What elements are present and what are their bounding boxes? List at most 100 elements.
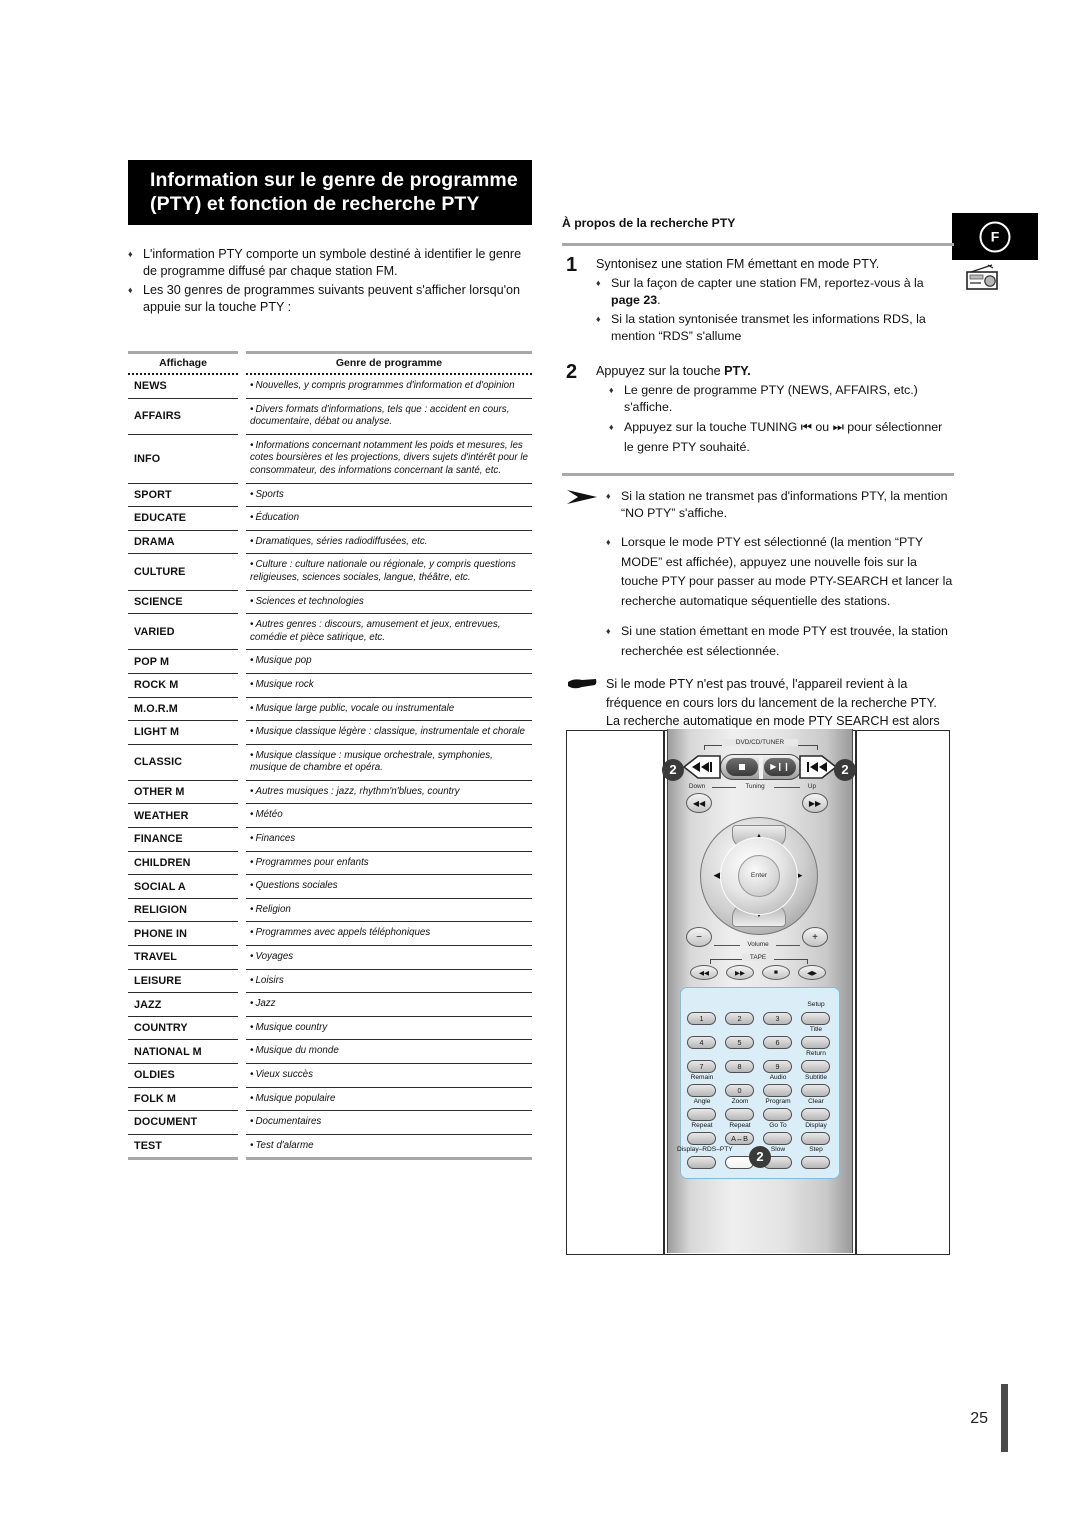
- key-remain[interactable]: [687, 1084, 716, 1097]
- genre-text: Musique rock: [255, 678, 314, 690]
- key-0[interactable]: 0: [725, 1084, 754, 1097]
- cell-gap: [238, 374, 246, 398]
- divider-middle: [562, 473, 954, 476]
- cell-gap: [238, 530, 246, 554]
- label-repeat: Repeat: [691, 1122, 713, 1129]
- key-5[interactable]: 5: [725, 1036, 754, 1049]
- table-row: POP M • Musique pop: [128, 649, 532, 674]
- key-zoom[interactable]: [725, 1108, 754, 1121]
- key-goto[interactable]: [763, 1132, 792, 1145]
- tape-rewind-icon: ◀◀: [699, 969, 709, 977]
- genre-bullet-icon: •: [250, 512, 254, 524]
- cell-display: LEISURE: [128, 969, 238, 994]
- note-3: Si une station émettant en mode PTY est …: [606, 622, 954, 661]
- column-header-affichage: Affichage: [128, 351, 238, 375]
- key-6[interactable]: 6: [763, 1036, 792, 1049]
- key-setup[interactable]: [801, 1012, 830, 1025]
- key-1[interactable]: 1: [687, 1012, 716, 1025]
- key-8[interactable]: 8: [725, 1060, 754, 1073]
- tape-play-button[interactable]: ◀▶: [798, 965, 826, 980]
- tuning-down-button[interactable]: ◀◀: [686, 793, 712, 813]
- enter-button[interactable]: Enter: [738, 855, 780, 897]
- cell-display: VARIED: [128, 613, 238, 651]
- cell-gap: [238, 875, 246, 899]
- remote-control-figure: DVD/CD/TUNER ▶❙❙ 2 2 Down Tuning Up ◀◀ ▶…: [566, 729, 950, 1255]
- cell-gap: [238, 650, 246, 674]
- key-title[interactable]: [801, 1036, 830, 1049]
- page-number: 25: [970, 1410, 988, 1427]
- genre-text: Éducation: [255, 512, 300, 524]
- genre-bullet-icon: •: [250, 1069, 254, 1080]
- label-remain: Remain: [690, 1074, 714, 1081]
- genre-bullet-icon: •: [250, 655, 254, 667]
- key-display-rds[interactable]: [687, 1156, 716, 1169]
- cell-display: WEATHER: [128, 803, 238, 829]
- key-program[interactable]: [763, 1108, 792, 1121]
- genre-bullet-icon: •: [250, 535, 254, 547]
- key-step[interactable]: [801, 1156, 830, 1169]
- key-return[interactable]: [801, 1060, 830, 1073]
- genre-text: Programmes avec appels téléphoniques: [255, 927, 431, 939]
- cell-genre: • Musique large public, vocale ou instrum…: [246, 697, 532, 722]
- key-9[interactable]: 9: [763, 1060, 792, 1073]
- volume-down-button[interactable]: −: [686, 927, 712, 947]
- cell-genre: • Religion: [246, 898, 532, 923]
- column-gap: [238, 353, 246, 375]
- cell-display: COUNTRY: [128, 1016, 238, 1041]
- note-1: Si la station ne transmet pas d'informat…: [606, 488, 954, 522]
- stop-button[interactable]: [726, 758, 758, 776]
- genre-text: Test d'alarme: [255, 1139, 314, 1151]
- note-group-1: Si la station ne transmet pas d'informat…: [562, 488, 954, 522]
- key-3[interactable]: 3: [763, 1012, 792, 1025]
- key-repeat-ab[interactable]: A↔B: [725, 1132, 754, 1145]
- tuning-up-button[interactable]: ▶▶: [802, 793, 828, 813]
- cell-gap: [238, 398, 246, 434]
- cell-genre: • Sciences et technologies: [246, 590, 532, 615]
- cell-display: NATIONAL M: [128, 1039, 238, 1064]
- skip-forward-button[interactable]: [798, 753, 838, 781]
- pty-search-section: À propos de la recherche PTY 1 Syntonise…: [562, 216, 954, 749]
- cell-genre: • Informations concernant notamment les p…: [246, 434, 532, 484]
- table-row: CULTURE • Culture : culture nationale ou r…: [128, 553, 532, 591]
- key-clear[interactable]: [801, 1108, 830, 1121]
- label-title: Title: [809, 1026, 823, 1033]
- key-7[interactable]: 7: [687, 1060, 716, 1073]
- cell-gap: [238, 993, 246, 1017]
- table-row: DOCUMENT • Documentaires: [128, 1110, 532, 1135]
- tape-forward-button[interactable]: ▶▶: [726, 965, 754, 980]
- cell-genre: • Programmes avec appels téléphoniques: [246, 921, 532, 947]
- key-audio[interactable]: [763, 1084, 792, 1097]
- figure-right-rule: [855, 731, 857, 1254]
- stop-icon: [739, 764, 745, 770]
- key-repeat[interactable]: [687, 1132, 716, 1145]
- genre-text: Nouvelles, y compris programmes d'inform…: [255, 380, 515, 391]
- genre-bullet-icon: •: [250, 678, 254, 690]
- key-angle[interactable]: [687, 1108, 716, 1121]
- step-2-sub-1: Le genre de programme PTY (NEWS, AFFAIRS…: [596, 382, 954, 416]
- genre-text: Météo: [255, 809, 283, 821]
- table-row: OLDIES • Vieux succès: [128, 1063, 532, 1088]
- tape-stop-button[interactable]: ■: [762, 965, 790, 980]
- genre-text: Musique du monde: [255, 1045, 339, 1057]
- table-row: EDUCATE • Éducation: [128, 506, 532, 531]
- table-row: COUNTRY • Musique country: [128, 1016, 532, 1041]
- cell-gap: [238, 1134, 246, 1159]
- cell-gap: [238, 507, 246, 531]
- step-1-number: 1: [566, 254, 578, 276]
- label-subtitle: Subtitle: [805, 1074, 827, 1081]
- cell-genre: • Documentaires: [246, 1110, 532, 1135]
- genre-text: Dramatiques, séries radiodiffusées, etc.: [255, 535, 428, 547]
- play-pause-button[interactable]: ▶❙❙: [764, 758, 796, 776]
- volume-up-button[interactable]: +: [802, 927, 828, 947]
- key-subtitle[interactable]: [801, 1084, 830, 1097]
- cell-gap: [238, 851, 246, 875]
- table-row: OTHER M • Autres musiques : jazz, rhythm'n…: [128, 780, 532, 805]
- key-4[interactable]: 4: [687, 1036, 716, 1049]
- key-display[interactable]: [801, 1132, 830, 1145]
- tape-rewind-button[interactable]: ◀◀: [690, 965, 718, 980]
- genre-text: Informations concernant notamment les po…: [250, 439, 528, 476]
- pty-table-body: NEWS • Nouvelles, y compris programmes d'i…: [128, 374, 532, 1161]
- key-2[interactable]: 2: [725, 1012, 754, 1025]
- skip-back-button[interactable]: [682, 753, 722, 781]
- cell-gap: [238, 922, 246, 946]
